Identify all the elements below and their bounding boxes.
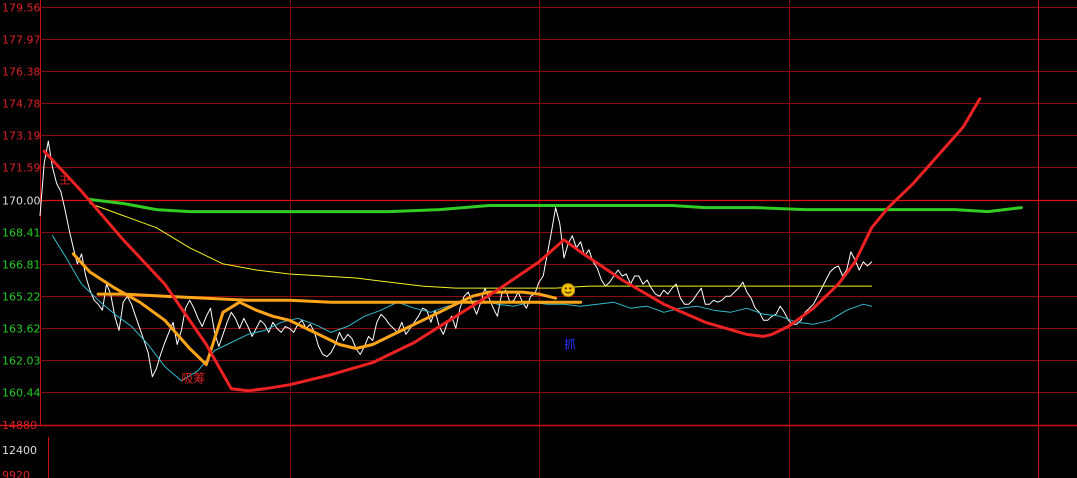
price-tick-label: 160.44 (2, 387, 41, 400)
price-tick-label: 171.59 (2, 162, 41, 175)
price-tick-label: 168.41 (2, 227, 41, 240)
series-line-1 (39, 140, 873, 378)
price-tick-label: 176.38 (2, 66, 41, 79)
smiley-eye (564, 287, 567, 290)
volume-tick-label: 14880 (2, 419, 37, 432)
price-tick-label: 173.19 (2, 130, 41, 143)
annotation-label: 抓 (564, 338, 576, 352)
price-tick-label: 162.03 (2, 355, 41, 368)
series-line-3 (89, 203, 873, 289)
price-tick-label: 170.00 (2, 195, 41, 208)
series-line-2 (52, 235, 873, 382)
volume-tick-label: 9920 (2, 469, 30, 478)
smiley-eye (569, 287, 572, 290)
price-tick-label: 165.22 (2, 291, 41, 304)
annotation-label: 吸筹 (181, 372, 205, 386)
price-panel: 179.56 177.97 176.38 174.78 173.19 171.59 170.… (2, 0, 1077, 478)
series-line-4 (71, 252, 558, 367)
price-tick-label: 166.81 (2, 259, 41, 272)
volume-ticks: 14880 12400 9920 (2, 419, 37, 478)
price-tick-label: 179.56 (2, 2, 41, 15)
price-tick-label: 174.78 (2, 98, 41, 111)
volume-panel: 14880 12400 9920 (2, 419, 49, 478)
volume-tick-label: 12400 (2, 444, 37, 457)
series-layer (39, 97, 1023, 393)
price-tick-label: 177.97 (2, 34, 41, 47)
smiley-face (561, 283, 576, 298)
price-ticks: 179.56 177.97 176.38 174.78 173.19 171.59 170.… (2, 2, 41, 400)
annotation-label: 主 (59, 172, 71, 186)
smiley-icon (561, 283, 576, 298)
intraday-chart: 179.56 177.97 176.38 174.78 173.19 171.59 170.… (0, 0, 1077, 478)
price-tick-label: 163.62 (2, 323, 41, 336)
